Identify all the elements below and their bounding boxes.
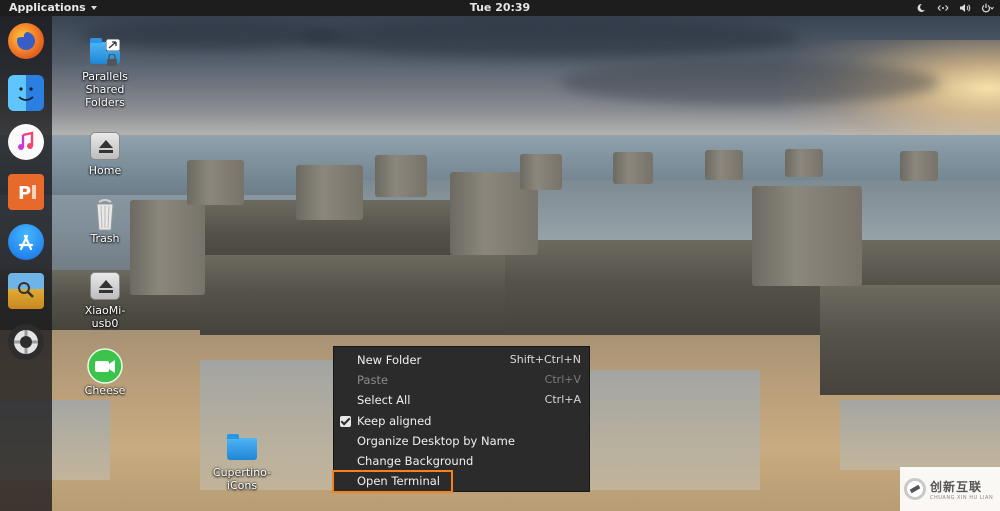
menu-item-label: New Folder xyxy=(357,353,422,367)
clock-label[interactable]: Tue 20:39 xyxy=(470,1,530,14)
menu-item-shortcut: Shift+Ctrl+N xyxy=(509,353,581,366)
wall-pillar xyxy=(296,165,363,220)
puddle xyxy=(590,370,760,490)
puddle xyxy=(840,400,1000,470)
desktop-icon-parallels-shared-folders[interactable]: Parallels Shared Folders xyxy=(67,36,143,109)
desktop-icon-label: Home xyxy=(88,164,122,177)
menu-item-label: Paste xyxy=(357,373,389,388)
firefox-icon xyxy=(17,30,35,50)
volume-icon[interactable] xyxy=(958,2,972,14)
power-icon[interactable] xyxy=(980,2,994,14)
dock-item-finder[interactable] xyxy=(8,75,44,111)
drive-icon xyxy=(88,270,122,302)
app-store-icon xyxy=(18,234,34,251)
svg-text:P: P xyxy=(18,183,31,204)
desktop-icon-cupertino-icons[interactable]: Cupertino- iCons xyxy=(204,432,280,492)
system-tray[interactable] xyxy=(914,0,994,16)
menu-item-organize-desktop-by-name[interactable]: Organize Desktop by Name xyxy=(334,431,589,451)
menu-item-keep-aligned[interactable]: Keep aligned xyxy=(334,411,589,431)
lifebuoy-icon xyxy=(14,330,38,354)
presentation-icon: P xyxy=(18,183,36,204)
dock-item-firefox[interactable] xyxy=(8,23,44,59)
menu-item-label: Change Background xyxy=(357,453,474,468)
dock-item-itunes[interactable] xyxy=(8,124,44,160)
wall-pillar xyxy=(705,150,743,180)
desktop-context-menu: New Folder Shift+Ctrl+N Paste Ctrl+V Sel… xyxy=(333,346,590,492)
shared-folder-icon xyxy=(88,36,122,68)
folder-icon xyxy=(225,432,259,464)
wall-pillar xyxy=(752,186,862,286)
seawall xyxy=(820,285,1000,395)
wall-pillar xyxy=(900,151,938,181)
menu-item-shortcut: Ctrl+V xyxy=(544,373,581,387)
menu-item-new-folder[interactable]: New Folder Shift+Ctrl+N xyxy=(334,350,589,370)
menu-item-label: Open Terminal xyxy=(357,474,440,489)
camera-icon xyxy=(87,348,123,384)
menu-item-change-background[interactable]: Change Background xyxy=(334,451,589,471)
dock: P xyxy=(0,16,52,511)
watermark-text: 创新互联 xyxy=(930,479,983,494)
watermark: 创新互联 CHUANG XIN HU LIAN xyxy=(900,467,1000,511)
menu-item-select-all[interactable]: Select All Ctrl+A xyxy=(334,390,589,410)
wall-pillar xyxy=(785,149,823,177)
desktop-icon-home[interactable]: Home xyxy=(67,130,143,177)
menu-item-label: Organize Desktop by Name xyxy=(357,433,515,448)
chevron-down-icon xyxy=(90,6,97,10)
desktop-icon-cheese[interactable]: Cheese xyxy=(67,348,143,397)
clock: Tue 20:39 xyxy=(0,0,1000,16)
desktop-icon-label: Parallels Shared Folders xyxy=(82,70,128,109)
music-icon xyxy=(18,131,34,150)
drive-icon xyxy=(88,130,122,162)
wall-pillar xyxy=(613,152,653,184)
applications-menu[interactable]: Applications xyxy=(9,0,97,16)
desktop-icon-trash[interactable]: Trash xyxy=(67,198,143,245)
dock-item-presentation[interactable]: P xyxy=(8,174,44,210)
menu-item-label: Keep aligned xyxy=(357,413,432,428)
watermark-logo-icon xyxy=(904,478,926,500)
desktop-icon-label: Cupertino- iCons xyxy=(212,466,272,492)
wall-pillar xyxy=(375,155,427,197)
top-bar: Applications Tue 20:39 xyxy=(0,0,1000,16)
menu-item-label: Select All xyxy=(357,393,411,408)
finder-icon xyxy=(18,87,34,101)
watermark-subtext: CHUANG XIN HU LIAN xyxy=(930,494,994,501)
network-icon[interactable] xyxy=(936,2,950,14)
dock-item-preview[interactable] xyxy=(8,273,44,309)
desktop-icon-label: Trash xyxy=(90,232,120,245)
desktop-icon-xiaomi-usb0[interactable]: XiaoMi- usb0 xyxy=(67,270,143,330)
menu-item-paste: Paste Ctrl+V xyxy=(334,370,589,390)
cloud xyxy=(300,18,800,58)
menu-item-open-terminal[interactable]: Open Terminal xyxy=(334,471,589,491)
dock-item-app-store[interactable] xyxy=(8,224,44,260)
wall-pillar xyxy=(520,154,562,190)
menu-item-shortcut: Ctrl+A xyxy=(544,393,581,407)
applications-label: Applications xyxy=(9,1,86,14)
night-light-icon[interactable] xyxy=(914,2,928,14)
wall-pillar xyxy=(187,160,244,205)
desktop-icon-label: XiaoMi- usb0 xyxy=(84,304,126,330)
preview-icon xyxy=(18,282,34,298)
seawall xyxy=(200,255,510,335)
dock-item-help[interactable] xyxy=(8,324,44,360)
checkbox-checked-icon[interactable] xyxy=(340,415,351,427)
desktop-icon-label: Cheese xyxy=(84,384,126,397)
cloud xyxy=(560,60,940,105)
trash-icon xyxy=(88,198,122,231)
